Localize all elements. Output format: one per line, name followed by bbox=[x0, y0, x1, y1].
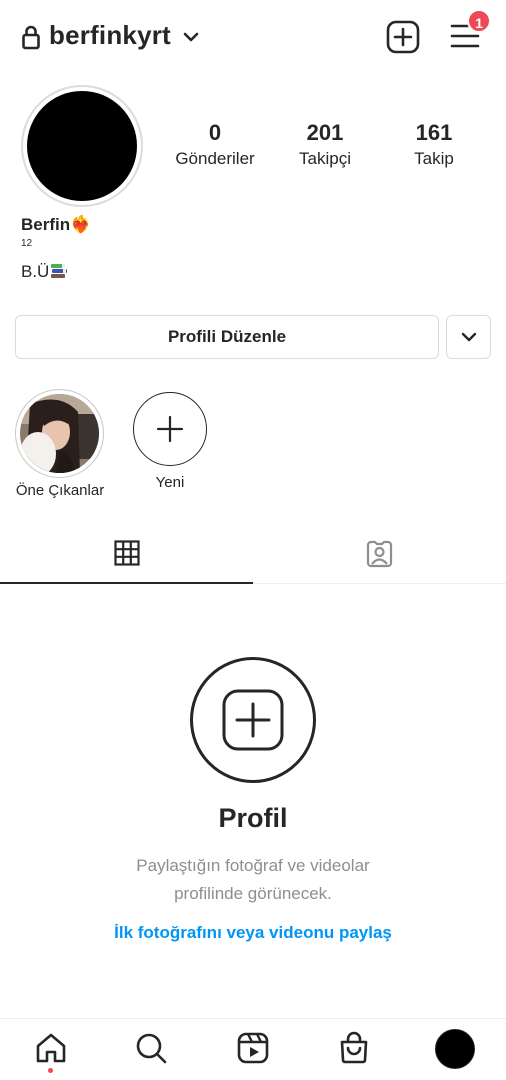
new-post-icon[interactable] bbox=[221, 688, 285, 752]
chevron-down-icon bbox=[461, 332, 477, 342]
bottom-navigation bbox=[0, 1018, 506, 1080]
tagged-icon bbox=[366, 540, 393, 568]
lock-icon bbox=[22, 25, 40, 50]
home-activity-dot bbox=[48, 1068, 53, 1073]
home-icon[interactable] bbox=[34, 1031, 68, 1065]
new-highlight-label: Yeni bbox=[155, 474, 185, 491]
stat-posts[interactable]: 0 Gönderiler bbox=[160, 120, 270, 170]
tab-tagged[interactable] bbox=[253, 528, 506, 584]
profile-avatar-ring[interactable] bbox=[21, 85, 143, 207]
suggestions-dropdown-button[interactable] bbox=[446, 315, 491, 359]
tab-posts-grid[interactable] bbox=[0, 528, 253, 584]
share-first-post-link[interactable]: İlk fotoğrafını veya videonu paylaş bbox=[0, 923, 506, 943]
highlight-featured[interactable] bbox=[15, 389, 104, 478]
stat-following[interactable]: 161 Takip bbox=[379, 120, 489, 170]
highlight-label: Öne Çıkanlar bbox=[15, 482, 105, 499]
empty-state-title: Profil bbox=[218, 803, 288, 833]
posts-label: Gönderiler bbox=[175, 149, 255, 168]
stat-followers[interactable]: 201 Takipçi bbox=[270, 120, 380, 170]
new-highlight-button[interactable] bbox=[133, 392, 207, 466]
empty-state-circle bbox=[190, 657, 316, 783]
posts-count: 0 bbox=[208, 120, 222, 145]
top-bar: berfinkyrt 1 bbox=[0, 0, 506, 76]
display-name: Berfin❤️‍🔥 bbox=[21, 215, 92, 234]
empty-state-description: Paylaştığın fotoğraf ve videolar profili… bbox=[136, 856, 370, 903]
books-icon bbox=[51, 264, 68, 278]
search-icon[interactable] bbox=[134, 1031, 168, 1065]
username[interactable]: berfinkyrt bbox=[49, 20, 171, 51]
following-count: 161 bbox=[415, 120, 453, 145]
chevron-down-icon[interactable] bbox=[182, 30, 200, 44]
reels-icon[interactable] bbox=[236, 1031, 270, 1065]
bio-text: B.Ü bbox=[21, 262, 50, 281]
shop-icon[interactable] bbox=[337, 1031, 371, 1065]
edit-profile-button[interactable]: Profili Düzenle bbox=[15, 315, 439, 359]
avatar[interactable] bbox=[27, 91, 137, 201]
active-tab-indicator bbox=[0, 582, 253, 584]
profile-avatar[interactable] bbox=[435, 1029, 475, 1069]
new-post-icon[interactable] bbox=[386, 20, 420, 54]
following-label: Takip bbox=[414, 149, 454, 168]
highlight-thumbnail bbox=[20, 394, 99, 473]
followers-label: Takipçi bbox=[299, 149, 351, 168]
bio-text-row: B.Ü bbox=[21, 262, 68, 282]
notification-badge: 1 bbox=[467, 9, 491, 33]
plus-icon bbox=[156, 415, 184, 443]
bio-age: 12 bbox=[21, 238, 33, 249]
followers-count: 201 bbox=[306, 120, 344, 145]
grid-icon bbox=[114, 540, 140, 566]
